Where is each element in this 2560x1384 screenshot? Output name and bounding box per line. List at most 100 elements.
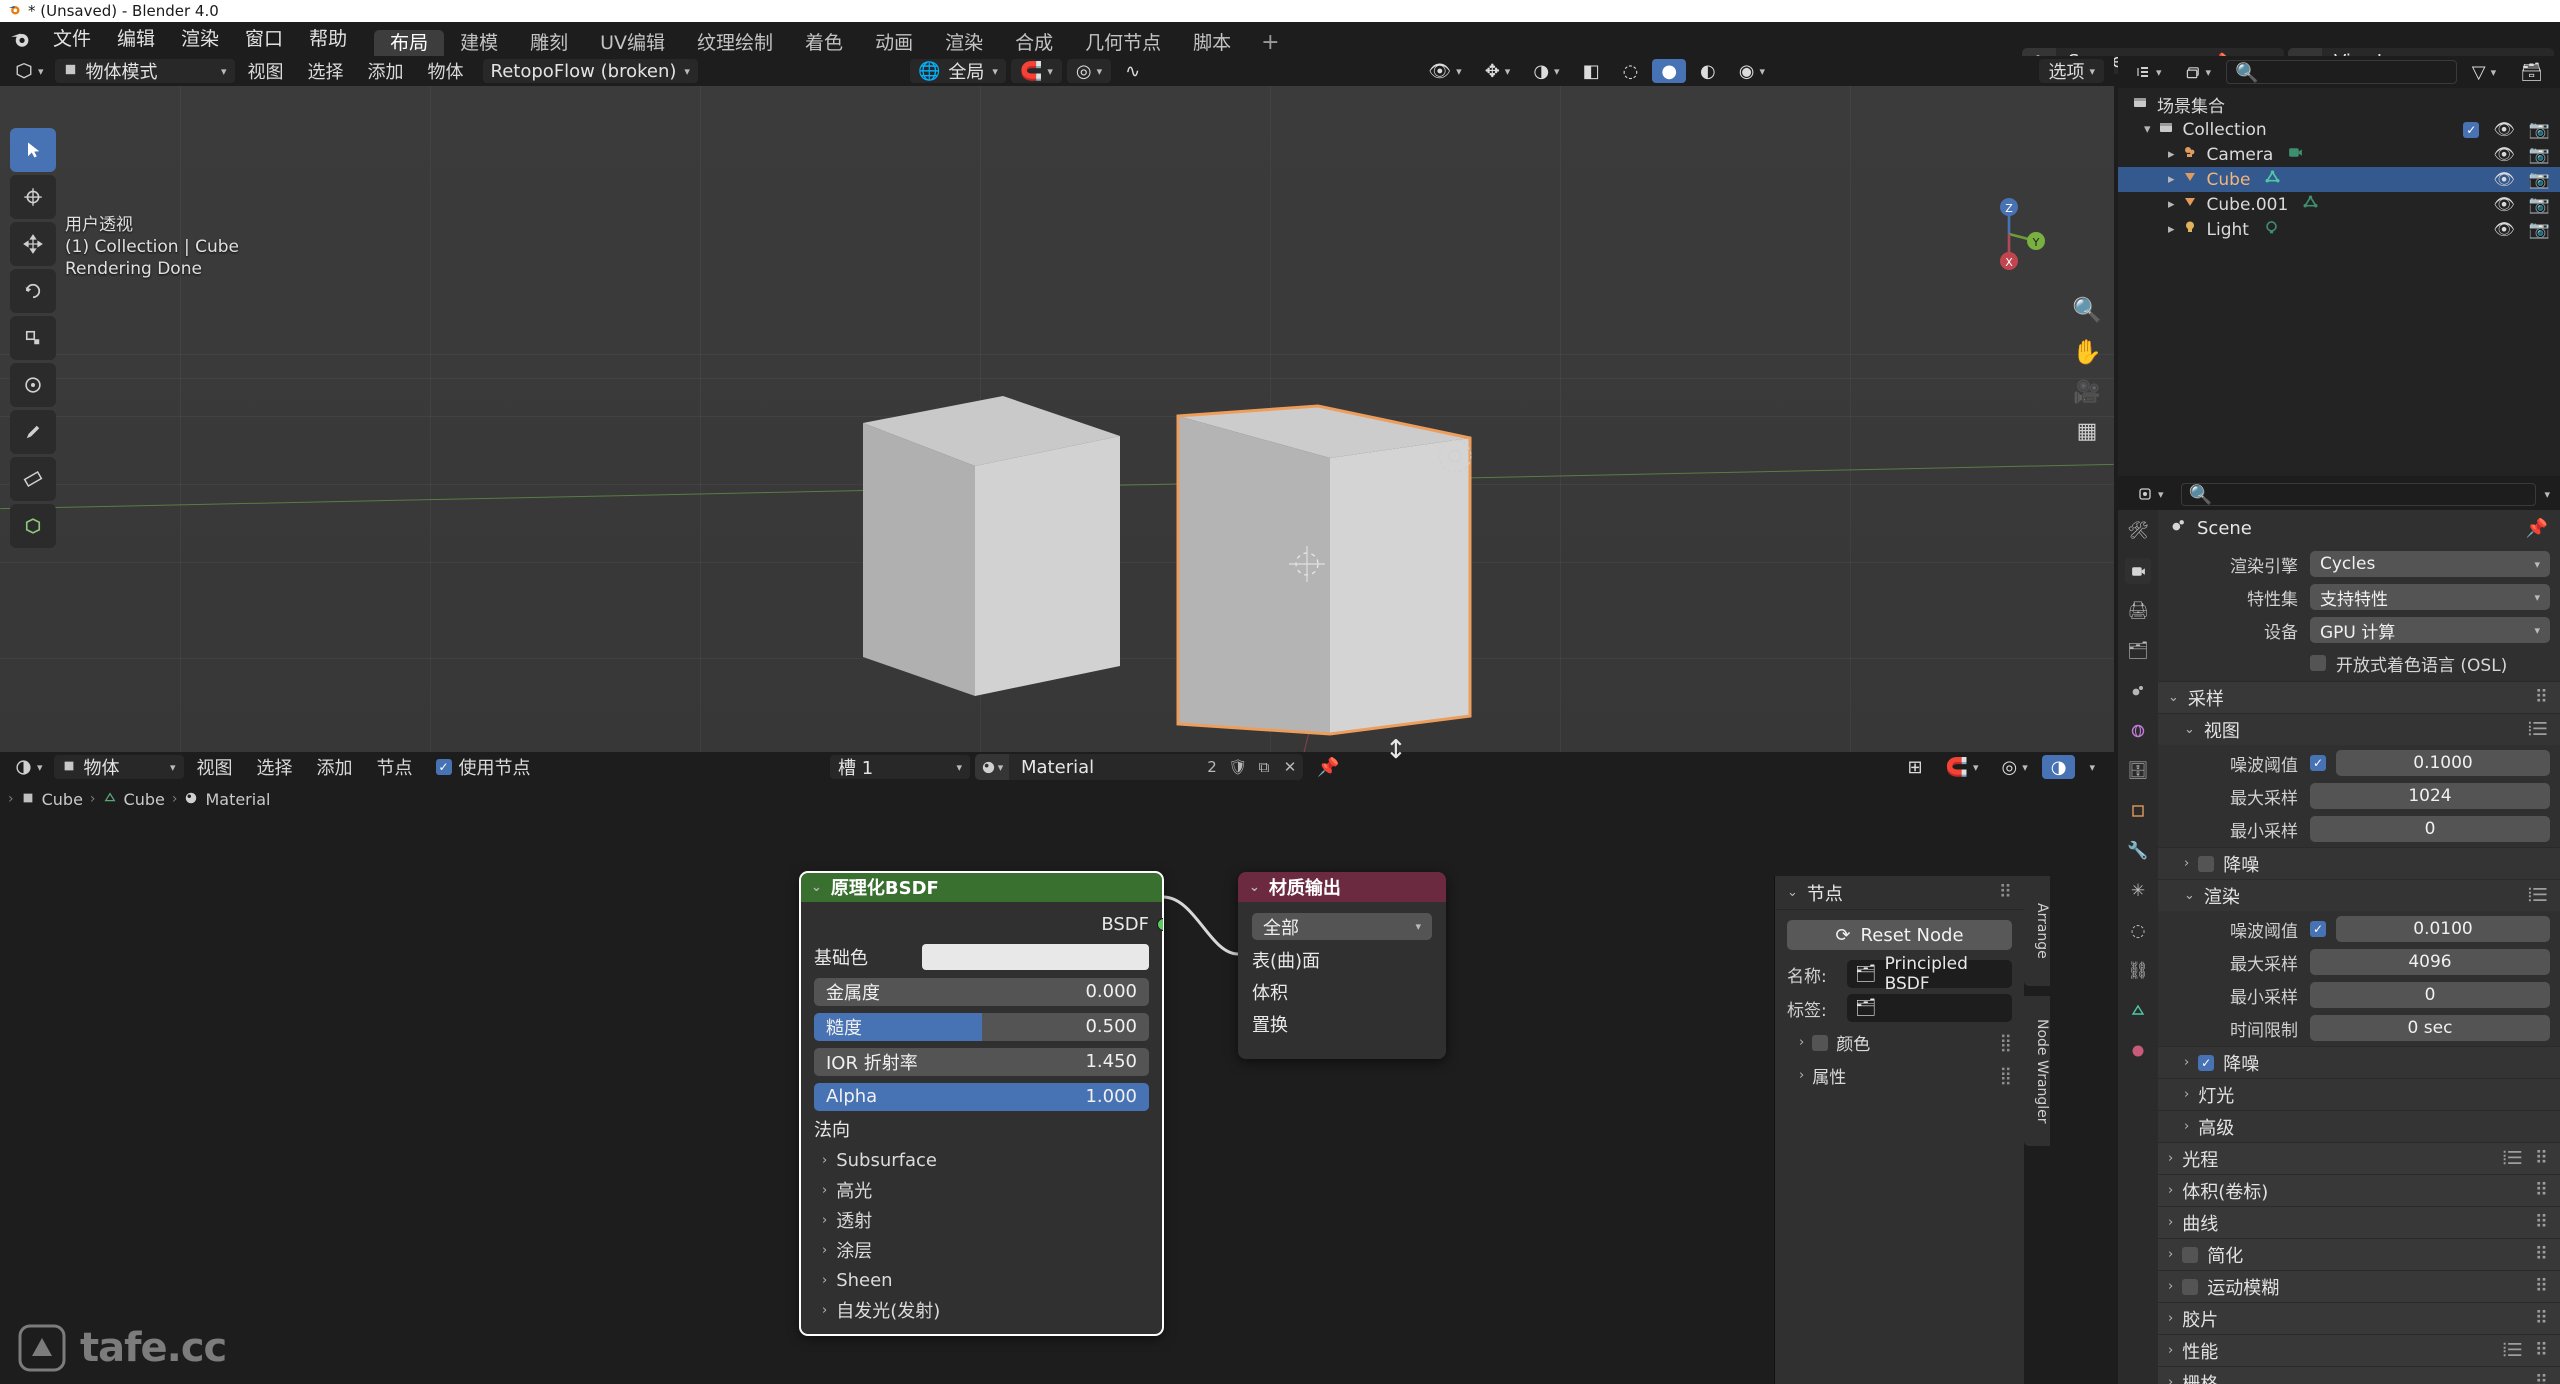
mesh-data-icon[interactable] [2302,194,2319,216]
workspace-tab-scripting[interactable]: 脚本 [1177,30,1247,56]
navigation-gizmo[interactable]: Z Y X [1966,191,2052,277]
shading-solid-icon[interactable]: ● [1652,59,1687,83]
camera-render-icon[interactable]: 📷 [2529,220,2550,240]
outliner-search-input[interactable]: 🔍 [2226,60,2457,84]
snap-settings-icon[interactable]: 🧲 ▾ [1937,755,1988,779]
properties-tab-render[interactable] [2125,558,2151,584]
workspace-tab-compositing[interactable]: 合成 [999,30,1069,56]
workspace-tab-layout[interactable]: 布局 [374,30,445,56]
interaction-mode-dropdown[interactable]: 物体模式 ▾ [54,59,235,83]
unlink-material-icon[interactable]: ✕ [1277,754,1303,780]
render-max-samples-value[interactable]: 4096 [2310,949,2550,975]
workspace-tab-animation[interactable]: 动画 [859,30,929,56]
workspace-tab-geometry-nodes[interactable]: 几何节点 [1069,30,1177,56]
viewport-menu-select[interactable]: 选择 [297,58,355,84]
section-motion-blur[interactable]: › 运动模糊 ⠿ [2158,1270,2560,1302]
menu-window[interactable]: 窗口 [232,22,296,56]
properties-options-chevron-icon[interactable]: ▾ [2544,488,2550,501]
section-drag-icon[interactable]: ⠿ [2535,1340,2548,1361]
retopoflow-menu[interactable]: RetopoFlow (broken) ▾ [482,59,698,83]
falloff-icon[interactable]: ∿ [1116,59,1149,83]
workspace-tab-modeling[interactable]: 建模 [444,30,514,56]
shader-menu-select[interactable]: 选择 [246,754,304,780]
viewport-options-dropdown[interactable]: 选项 ▾ [2039,59,2104,83]
viewport-max-samples-value[interactable]: 1024 [2310,783,2550,809]
viewport-min-samples-value[interactable]: 0 [2310,816,2550,842]
snap-toggle[interactable]: 🧲 ▾ [1010,59,1062,83]
outliner[interactable]: ▾ ▾ 🔍 ▽ ▾ 🗃 场景集合 ▾ Collection ✓ 👁 📷 ▸ Ca… [2118,56,2560,476]
render-time-limit-value[interactable]: 0 sec [2310,1015,2550,1041]
subsection-advanced[interactable]: › 高级 [2158,1110,2560,1142]
subsection-render-denoise[interactable]: › ✓ 降噪 [2158,1046,2560,1078]
workspace-tab-shading[interactable]: 着色 [789,30,859,56]
render-engine-dropdown[interactable]: Cycles ▾ [2310,551,2550,577]
eye-icon[interactable]: 👁 [2493,195,2515,215]
node-panel-emission[interactable]: › 自发光(发射) [800,1295,1163,1325]
node-principled-bsdf[interactable]: ⌄ 原理化BSDF BSDF 基础色 金属度 0.000 糙度 0.500 IO… [799,871,1164,1336]
shader-menu-node[interactable]: 节点 [366,754,424,780]
section-drag-icon[interactable]: ⠿ [2535,1308,2548,1329]
input-roughness[interactable]: 糙度 0.500 [814,1010,1149,1043]
subsection-viewport[interactable]: ⌄ 视图 ⦙☰ [2158,713,2560,745]
vertical-tab-node-wrangler[interactable]: Node Wrangler [2024,996,2050,1146]
disclosure-triangle-icon[interactable]: ▸ [2168,222,2175,237]
input-surface[interactable]: 表(曲)面 [1252,945,1432,975]
camera-render-icon[interactable]: 📷 [2529,145,2550,165]
viewport-noise-threshold-value[interactable]: 0.1000 [2336,750,2550,776]
outliner-row-light[interactable]: ▸ Light 👁 📷 [2118,217,2560,242]
shader-editor[interactable]: ▾ 物体 ▾ 视图 选择 添加 节点 ✓ 使用节点 槽 1 ▾ ▾ Materi… [0,752,2114,1384]
transform-tool-button[interactable] [10,363,56,407]
properties-search-input[interactable]: 🔍 [2180,482,2537,506]
camera-render-icon[interactable]: 📷 [2529,195,2550,215]
outliner-editor-type-icon[interactable]: ▾ [2126,60,2171,84]
light-label[interactable]: Light [2207,220,2249,240]
node-canvas[interactable]: ⌄ 原理化BSDF BSDF 基础色 金属度 0.000 糙度 0.500 IO… [0,814,2114,1384]
section-menu-icon[interactable]: ⠿ [2535,687,2548,708]
section-drag-icon[interactable]: ⠿ [2535,1212,2548,1233]
section-performance[interactable]: › 性能 ⦙☰ ⠿ [2158,1334,2560,1366]
outliner-display-mode-dropdown[interactable]: ▾ [2177,60,2221,84]
node-header[interactable]: ⌄ 材质输出 [1238,872,1446,902]
chevron-down-icon[interactable]: ⌄ [811,880,822,895]
subsection-menu-icon[interactable]: ⦙☰ [2528,885,2548,906]
section-drag-icon[interactable]: ⠿ [2535,1148,2548,1169]
eye-icon[interactable]: 👁 [2493,145,2515,165]
collection-checkbox[interactable]: ✓ [2463,121,2480,138]
move-tool-button[interactable] [10,222,56,266]
new-material-icon[interactable]: ⧉ [1251,754,1277,780]
workspace-tab-uv-editing[interactable]: UV编辑 [584,30,681,56]
section-light-paths[interactable]: › 光程 ⦙☰ ⠿ [2158,1142,2560,1174]
menu-edit[interactable]: 编辑 [104,22,168,56]
workspace-tab-rendering[interactable]: 渲染 [929,30,999,56]
base-color-swatch[interactable] [922,943,1149,970]
properties-tab-constraints[interactable]: ⛓ [2125,958,2151,984]
properties-tab-world[interactable] [2125,718,2151,744]
properties-tab-material[interactable] [2125,1038,2151,1064]
camera-render-icon[interactable]: 📷 [2529,170,2550,190]
node-panel-coat[interactable]: › 涂层 [800,1235,1163,1265]
viewport-noise-threshold-checkbox[interactable]: ✓ [2310,755,2326,771]
ior-slider[interactable]: IOR 折射率 1.450 [814,1047,1149,1076]
properties-editor[interactable]: ▾ 🔍 ▾ 🛠 🖨 🗂 🗄 🔧 ✳ ◌ ⛓ Scene 📌 渲染引擎 Cycle… [2118,478,2560,1384]
alpha-slider[interactable]: Alpha 1.000 [814,1082,1149,1111]
render-min-samples-value[interactable]: 0 [2310,982,2550,1008]
properties-tab-object[interactable] [2125,798,2151,824]
material-selector[interactable]: ▾ Material 2 🛡 ⧉ ✕ [975,754,1303,780]
feature-set-dropdown[interactable]: 支持特性 ▾ [2310,584,2550,610]
material-name[interactable]: Material [1009,757,1199,778]
node-header[interactable]: ⌄ 原理化BSDF [800,872,1163,902]
menu-help[interactable]: 帮助 [296,22,360,56]
subsection-render[interactable]: ⌄ 渲染 ⦙☰ [2158,879,2560,911]
section-menu-icon[interactable]: ⦙☰ [2503,1148,2523,1169]
editor-type-shader-icon[interactable]: ▾ [6,755,52,779]
outliner-row-collection[interactable]: ▾ Collection ✓ 👁 📷 [2118,117,2560,142]
eye-icon[interactable]: 👁 [2493,220,2515,240]
annotate-tool-button[interactable] [10,410,56,454]
render-denoise-checkbox[interactable]: ✓ [2198,1054,2215,1071]
properties-search-field[interactable] [2218,485,2529,503]
color-checkbox[interactable] [1812,1034,1829,1051]
3d-viewport[interactable]: ▾ 物体模式 ▾ 视图 选择 添加 物体 RetopoFlow (broken)… [0,56,2114,752]
transform-orientation-dropdown[interactable]: 🌐 全局 ▾ [910,59,1006,83]
node-panel-sheen[interactable]: › Sheen [800,1265,1163,1295]
properties-tab-output[interactable]: 🖨 [2125,598,2151,624]
